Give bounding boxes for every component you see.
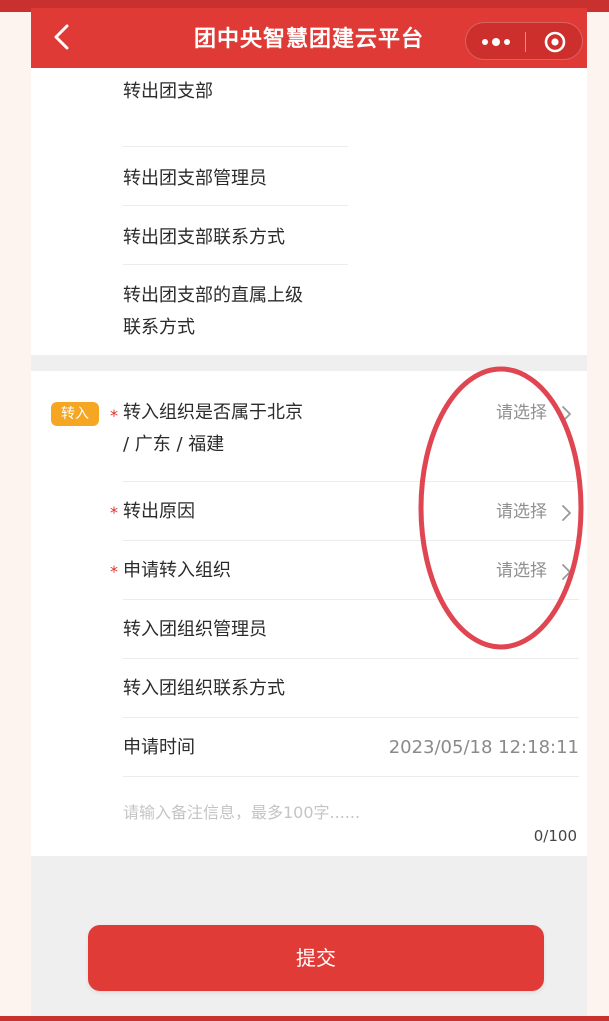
- required-asterisk: *: [110, 562, 118, 581]
- transfer-out-branch-label: 转出团支部: [123, 81, 213, 102]
- apply-time-label: 申请时间: [123, 737, 195, 758]
- row-divider: [123, 717, 579, 718]
- target-circle-icon: [544, 31, 566, 53]
- superior-contact-label-line1: 转出团支部的直属上级: [123, 285, 303, 306]
- remark-input[interactable]: [123, 792, 563, 832]
- window-frame-bottom: [0, 1016, 609, 1021]
- target-contact-label: 转入团组织联系方式: [123, 678, 285, 699]
- transfer-in-tag: 转入: [51, 402, 99, 426]
- transfer-out-section: 转出团支部 转出团支部管理员 转出团支部联系方式 转出团支部的直属上级 联系方式: [31, 68, 587, 355]
- row-divider: [123, 540, 579, 541]
- chevron-right-icon: [562, 505, 571, 521]
- transfer-reason-label: 转出原因: [123, 501, 195, 522]
- chevron-right-icon: [562, 406, 571, 422]
- chevron-right-icon: [562, 564, 571, 580]
- transfer-in-section: 转入 * 转入组织是否属于北京 / 广东 / 福建 请选择 * 转出原因 请选择…: [31, 371, 587, 856]
- target-org-select[interactable]: 请选择: [496, 555, 547, 587]
- row-divider: [123, 776, 579, 777]
- transfer-reason-select[interactable]: 请选择: [496, 496, 547, 528]
- mini-program-screen: 团中央智慧团建云平台 转出团支部 转出团支部管理员 转出团支部联系方式 转出团支…: [31, 8, 587, 1016]
- close-mini-program-button[interactable]: [526, 23, 584, 61]
- row-divider: [123, 264, 348, 265]
- row-divider: [123, 205, 348, 206]
- required-asterisk: *: [110, 406, 118, 425]
- row-divider: [123, 146, 348, 147]
- required-asterisk: *: [110, 503, 118, 522]
- transfer-out-contact-label: 转出团支部联系方式: [123, 227, 285, 248]
- region-question-select[interactable]: 请选择: [496, 397, 547, 429]
- region-question-label-line1: 转入组织是否属于北京: [123, 402, 303, 423]
- transfer-out-admin-label: 转出团支部管理员: [123, 168, 267, 189]
- target-org-label: 申请转入组织: [123, 560, 231, 581]
- row-divider: [123, 658, 579, 659]
- nav-bar: 团中央智慧团建云平台: [31, 8, 587, 68]
- more-button[interactable]: [466, 23, 525, 61]
- target-admin-label: 转入团组织管理员: [123, 619, 267, 640]
- capsule-menu: [465, 22, 583, 60]
- row-divider: [123, 481, 579, 482]
- submit-button[interactable]: 提交: [88, 925, 544, 991]
- more-dots-icon: [482, 38, 510, 46]
- region-question-label-line2: / 广东 / 福建: [123, 434, 225, 455]
- superior-contact-label-line2: 联系方式: [123, 317, 195, 338]
- row-divider: [123, 599, 579, 600]
- remark-char-counter: 0/100: [533, 827, 577, 845]
- apply-time-value: 2023/05/18 12:18:11: [388, 737, 579, 758]
